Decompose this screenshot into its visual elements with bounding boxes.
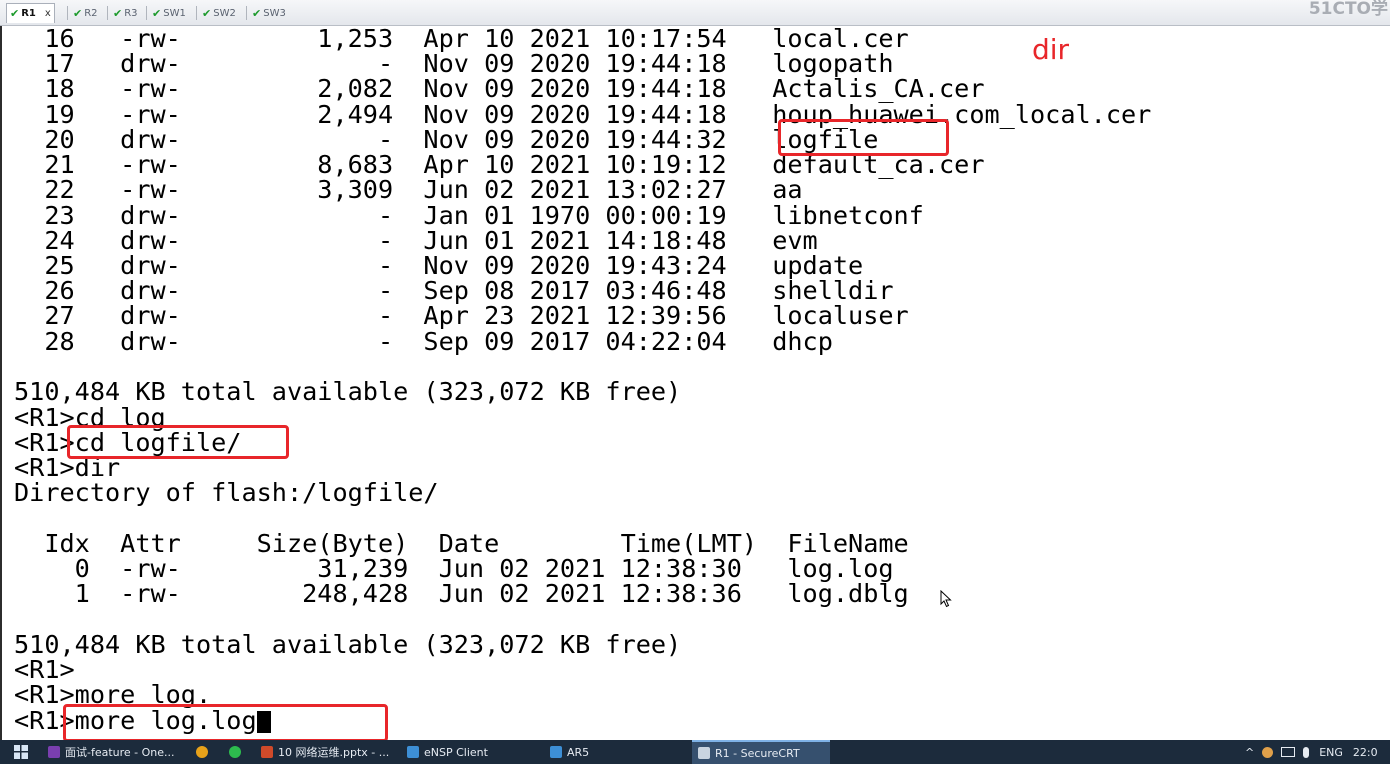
- dir-listing-row: 23 drw- - Jan 01 1970 00:00:19 libnetcon…: [14, 201, 924, 230]
- dir-listing-row: 28 drw- - Sep 09 2017 04:22:04 dhcp: [14, 327, 833, 356]
- tab-label: R3: [124, 7, 138, 19]
- tab-r2[interactable]: ✔ R2: [70, 3, 101, 23]
- directory-header: Directory of flash:/logfile/: [14, 478, 439, 507]
- connected-check-icon: ✔: [113, 6, 123, 20]
- tab-sw3[interactable]: ✔ SW3: [249, 3, 289, 23]
- securecrt-icon: [698, 747, 710, 759]
- storage-summary: 510,484 KB total available (323,072 KB f…: [14, 377, 682, 406]
- taskbar-wechat[interactable]: [229, 740, 246, 764]
- tab-label: SW3: [263, 7, 286, 19]
- taskbar-chrome[interactable]: [196, 740, 213, 764]
- onenote-icon: [48, 746, 60, 758]
- close-tab-icon[interactable]: x: [45, 8, 51, 19]
- dir-listing-row: 16 -rw- 1,253 Apr 10 2021 10:17:54 local…: [14, 26, 909, 53]
- tab-label: R2: [84, 7, 98, 19]
- input-language[interactable]: ENG: [1319, 746, 1343, 759]
- taskbar-securecrt[interactable]: R1 - SecureCRT: [692, 740, 830, 764]
- dir-listing-row: 22 -rw- 3,309 Jun 02 2021 13:02:27 aa: [14, 175, 803, 204]
- taskbar-powerpoint[interactable]: 10 网络运维.pptx - ...: [261, 740, 389, 764]
- dir-listing-row: 17 drw- - Nov 09 2020 19:44:18 logopath: [14, 49, 894, 78]
- dir-listing-row: 26 drw- - Sep 08 2017 03:46:48 shelldir: [14, 276, 894, 305]
- tab-sw1[interactable]: ✔ SW1: [149, 3, 189, 23]
- connected-check-icon: ✔: [202, 6, 212, 20]
- microphone-icon[interactable]: [1303, 746, 1310, 758]
- dir-listing-row: 18 -rw- 2,082 Nov 09 2020 19:44:18 Actal…: [14, 74, 985, 103]
- taskbar-ensp-client[interactable]: eNSP Client: [407, 740, 488, 764]
- dir-listing-row: 1 -rw- 248,428 Jun 02 2021 12:38:36 log.…: [14, 579, 909, 608]
- windows-taskbar: 面试-feature - One... 10 网络运维.pptx - ... e…: [0, 740, 1390, 764]
- start-button[interactable]: [14, 740, 28, 764]
- ensp-router-icon: [550, 746, 562, 758]
- battery-icon[interactable]: [1281, 747, 1296, 757]
- tab-label: SW1: [163, 7, 186, 19]
- watermark-logo: 51CTO学: [1308, 0, 1388, 19]
- taskbar-item-label: 面试-feature - One...: [65, 746, 175, 759]
- mouse-pointer-icon: [940, 590, 952, 608]
- taskbar-item-label: 10 网络运维.pptx - ...: [278, 746, 390, 759]
- tab-sw2[interactable]: ✔ SW2: [199, 3, 239, 23]
- dir-listing-row: 20 drw- - Nov 09 2020 19:44:32 logfile: [14, 125, 879, 154]
- dir-listing-row: 27 drw- - Apr 23 2021 12:39:56 localuser: [14, 301, 909, 330]
- tab-separator: [196, 6, 197, 20]
- tab-label: SW2: [213, 7, 236, 19]
- logfile-highlight-box: [778, 119, 949, 156]
- show-hidden-icons-button[interactable]: ^: [1245, 746, 1254, 759]
- tab-label: R1: [21, 8, 36, 19]
- tab-r3[interactable]: ✔ R3: [110, 3, 141, 23]
- connected-check-icon: ✔: [152, 6, 162, 20]
- connected-check-icon: ✔: [73, 6, 83, 20]
- taskbar-item-label: R1 - SecureCRT: [715, 746, 800, 760]
- terminal-screen[interactable]: 16 -rw- 1,253 Apr 10 2021 10:17:54 local…: [0, 26, 1390, 740]
- more-log-highlight-box: [63, 704, 388, 742]
- connected-check-icon: ✔: [10, 7, 20, 20]
- tab-separator: [146, 6, 147, 20]
- taskbar-item-label: eNSP Client: [424, 745, 488, 759]
- securecrt-window: ✔ R1 x ✔ R2 ✔ R3 ✔ SW1 ✔ SW2 ✔ SW3 51CTO…: [0, 0, 1390, 764]
- system-tray: ^ ENG 22:0: [1245, 740, 1378, 764]
- cd-logfile-highlight-box: [67, 425, 289, 459]
- wechat-icon: [229, 746, 241, 758]
- windows-logo-icon: [14, 745, 28, 759]
- dir-listing-row: 25 drw- - Nov 09 2020 19:43:24 update: [14, 251, 864, 280]
- dir-listing-row: 24 drw- - Jun 01 2021 14:18:48 evm: [14, 226, 818, 255]
- session-tab-bar: ✔ R1 x ✔ R2 ✔ R3 ✔ SW1 ✔ SW2 ✔ SW3 51CTO…: [0, 0, 1390, 26]
- dir-listing-row: 0 -rw- 31,239 Jun 02 2021 12:38:30 log.l…: [14, 554, 894, 583]
- taskbar-item-label: AR5: [567, 745, 590, 759]
- dir-listing-row: 19 -rw- 2,494 Nov 09 2020 19:44:18 houp_…: [14, 100, 1152, 129]
- tab-separator: [246, 6, 247, 20]
- command-line: <R1>: [14, 655, 75, 684]
- ensp-icon: [407, 746, 419, 758]
- powerpoint-icon: [261, 746, 273, 758]
- dir-annotation-label: dir: [1032, 33, 1070, 66]
- tab-r1[interactable]: ✔ R1 x: [6, 3, 55, 23]
- connected-check-icon: ✔: [252, 6, 262, 20]
- tab-separator: [67, 6, 68, 20]
- listing-column-headers: Idx Attr Size(Byte) Date Time(LMT) FileN…: [14, 529, 909, 558]
- clock[interactable]: 22:0: [1353, 746, 1378, 759]
- taskbar-ar5[interactable]: AR5: [550, 740, 589, 764]
- taskbar-onenote[interactable]: 面试-feature - One...: [48, 740, 175, 764]
- storage-summary: 510,484 KB total available (323,072 KB f…: [14, 630, 682, 659]
- tab-separator: [107, 6, 108, 20]
- chrome-icon: [196, 746, 208, 758]
- security-icon[interactable]: [1262, 746, 1274, 758]
